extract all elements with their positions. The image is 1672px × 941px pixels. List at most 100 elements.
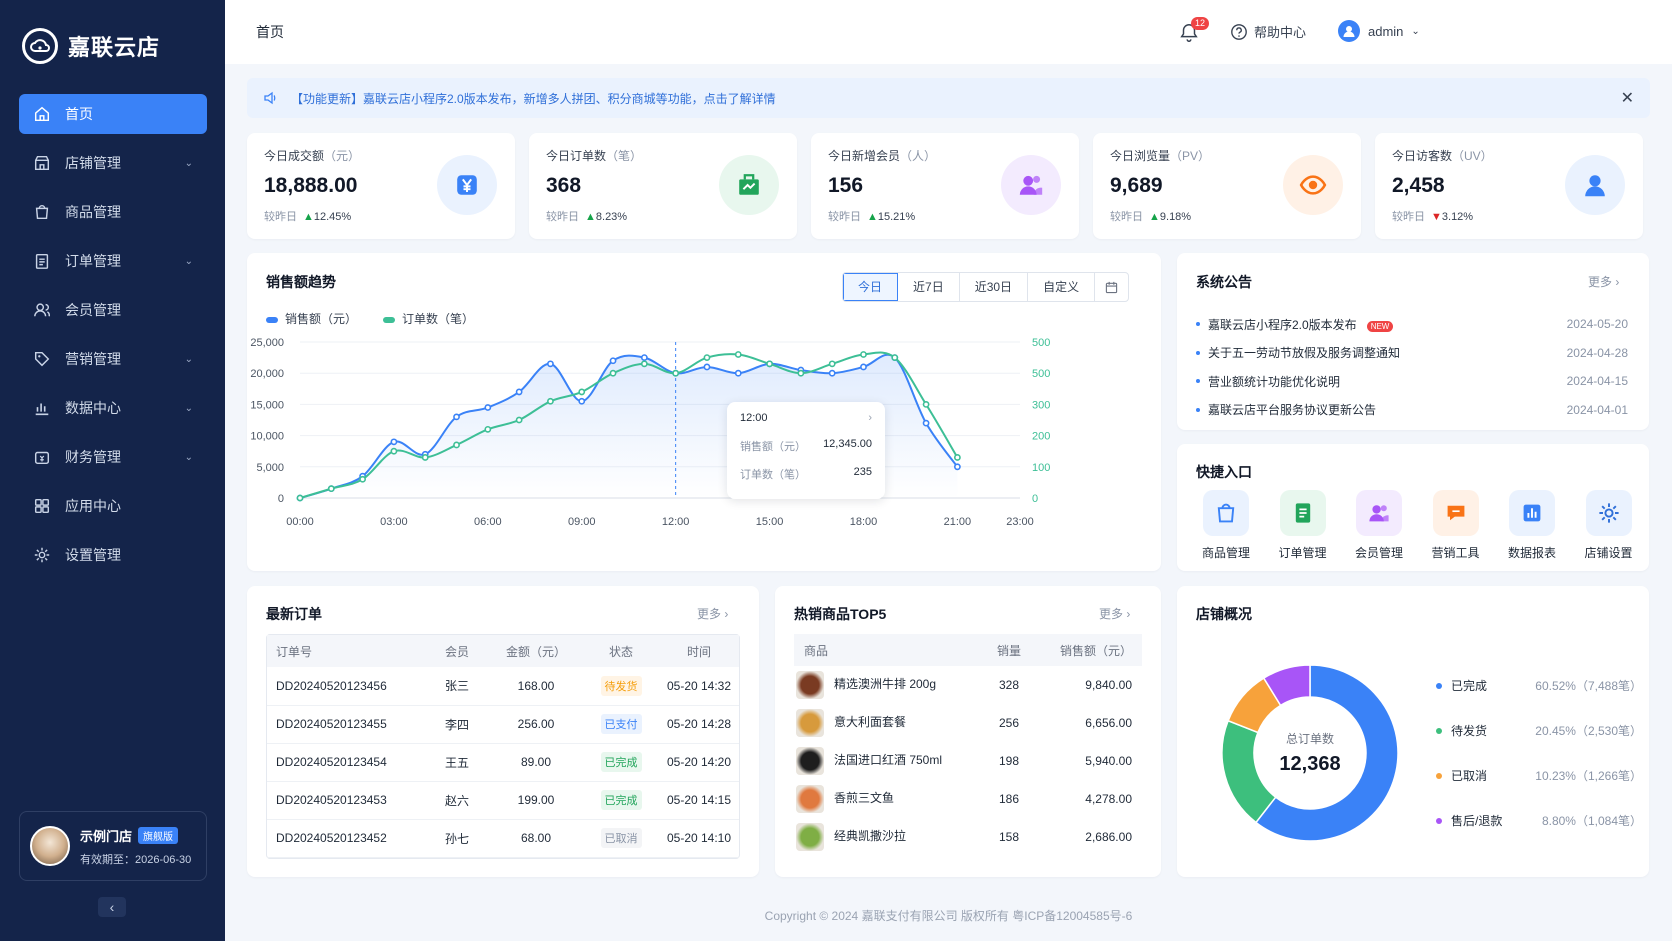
table-row[interactable]: DD20240520123455 李四 256.00 已支付 05-20 14:28	[267, 705, 739, 744]
legend-item-1[interactable]: 订单数（笔）	[383, 310, 474, 327]
sidebar-item-7[interactable]: 财务管理 ⌄	[19, 437, 207, 477]
donut-legend-item[interactable]: 已完成 60.52%（7,488笔）	[1436, 663, 1642, 708]
range-option-0[interactable]: 今日	[843, 273, 899, 301]
status-badge: 待发货	[600, 675, 642, 696]
announcement-item[interactable]: 关于五一劳动节放假及服务调整通知 2024-04-28	[1196, 339, 1628, 368]
store-card[interactable]: 示例门店 旗舰版 有效期至：2026-06-30	[19, 811, 207, 881]
user-avatar-icon	[1338, 20, 1360, 42]
stat-card-4[interactable]: 今日访客数（UV） 2,458 较昨日 ▼3.12%	[1375, 133, 1643, 239]
recent-orders-more-link[interactable]: 更多 ›	[697, 605, 728, 622]
chart-tooltip: 12:00 › 销售额（元） 12,345.00 订单数（笔） 235	[727, 402, 885, 499]
column-header: 会员	[425, 635, 489, 667]
announcements-more-link[interactable]: 更多 ›	[1588, 273, 1619, 290]
donut-legend-item[interactable]: 已取消 10.23%（1,266笔）	[1436, 753, 1642, 798]
table-row[interactable]: 经典凯撒沙拉 158 2,686.00	[794, 818, 1142, 856]
breadcrumb[interactable]: 首页	[256, 22, 284, 42]
quick-entry-0[interactable]: 商品管理	[1196, 490, 1256, 561]
help-center-link[interactable]: 帮助中心	[1230, 22, 1306, 41]
announcement-banner[interactable]: 【功能更新】嘉联云店小程序2.0版本发布，新增多人拼团、积分商城等功能，点击了解…	[247, 78, 1650, 118]
donut-legend: 已完成 60.52%（7,488笔） 待发货 20.45%（2,530笔） 已取消 10.…	[1436, 663, 1642, 843]
store-plan-badge: 旗舰版	[138, 826, 179, 844]
close-icon[interactable]: ✕	[1621, 88, 1634, 108]
document-icon	[1295, 503, 1310, 523]
data-point	[515, 416, 523, 424]
data-point	[672, 369, 680, 377]
range-option-3[interactable]: 自定义	[1028, 273, 1096, 301]
quick-entry-5[interactable]: 店铺设置	[1579, 490, 1639, 561]
order-id: DD20240520123452	[267, 819, 425, 858]
stat-change: 9.18%	[1159, 211, 1192, 223]
sales-trend-chart[interactable]: 25,000 500 20,000 500 15,000 300 10,000 200 5,00…	[250, 330, 1140, 555]
calendar-icon[interactable]	[1095, 273, 1128, 301]
range-option-1[interactable]: 近7日	[898, 273, 960, 301]
announcement-date: 2024-04-28	[1566, 345, 1628, 360]
store-overview-title: 店铺概况	[1196, 606, 1252, 622]
tooltip-time: 12:00	[740, 412, 768, 424]
y-left-tick-label: 15,000	[250, 399, 284, 411]
product-thumbnail	[796, 747, 824, 775]
collapse-sidebar-button[interactable]: ‹	[98, 897, 126, 917]
order-time: 05-20 14:20	[659, 743, 739, 782]
trend-down-icon: ▼	[1431, 211, 1442, 223]
sidebar-item-1[interactable]: 店铺管理 ⌄	[19, 143, 207, 183]
table-row[interactable]: DD20240520123452 孙七 68.00 已取消 05-20 14:10	[267, 819, 739, 858]
donut-legend-item[interactable]: 售后/退款 8.80%（1,084笔）	[1436, 798, 1642, 843]
bar-chart-icon	[35, 403, 49, 416]
stat-card-1[interactable]: 今日订单数（笔） 368 较昨日 ▲8.23%	[529, 133, 797, 239]
sidebar-item-8[interactable]: 应用中心	[19, 486, 207, 526]
order-member: 张三	[425, 667, 489, 706]
stat-card-3[interactable]: 今日浏览量（PV） 9,689 较昨日 ▲9.18%	[1093, 133, 1361, 239]
sidebar-item-2[interactable]: 商品管理	[19, 192, 207, 232]
app-logo[interactable]: 嘉联云店	[22, 28, 160, 64]
sidebar-item-6[interactable]: 数据中心 ⌄	[19, 388, 207, 428]
legend-swatch	[1436, 817, 1442, 824]
table-row[interactable]: DD20240520123454 王五 89.00 已完成 05-20 14:20	[267, 743, 739, 782]
donut-legend-item[interactable]: 待发货 20.45%（2,530笔）	[1436, 708, 1642, 753]
table-row[interactable]: 意大利面套餐 256 6,656.00	[794, 704, 1142, 742]
column-header: 销量	[974, 634, 1044, 666]
top-products-title: 热销商品TOP5	[794, 606, 887, 622]
stat-label: 今日新增会员	[828, 149, 901, 163]
sidebar-menu: 首页店铺管理 ⌄ 商品管理订单管理 ⌄ 会员管理营销管理 ⌄ 数据中心 ⌄ 财务管理 ⌄ 应用中心设…	[19, 94, 207, 584]
bag-icon	[1217, 503, 1235, 523]
sidebar-item-0[interactable]: 首页	[19, 94, 207, 134]
sidebar-item-3[interactable]: 订单管理 ⌄	[19, 241, 207, 281]
x-tick-label: 21:00	[944, 516, 972, 528]
order-time: 05-20 14:32	[659, 667, 739, 706]
sidebar-item-9[interactable]: 设置管理	[19, 535, 207, 575]
user-menu[interactable]: admin ⌄	[1338, 20, 1420, 42]
data-point	[390, 447, 398, 455]
chart-legend: 销售额（元） 订单数（笔）	[266, 310, 474, 327]
data-point	[547, 360, 554, 368]
legend-item-0[interactable]: 销售额（元）	[266, 310, 357, 327]
quick-entry-2[interactable]: 会员管理	[1349, 490, 1409, 561]
x-tick-label: 12:00	[662, 516, 690, 528]
table-row[interactable]: 香煎三文鱼 186 4,278.00	[794, 780, 1142, 818]
top-products-more-link[interactable]: 更多 ›	[1099, 605, 1130, 622]
stat-card-2[interactable]: 今日新增会员（人） 156 较昨日 ▲15.21%	[811, 133, 1079, 239]
announcement-item[interactable]: 嘉联云店平台服务协议更新公告 2024-04-01	[1196, 396, 1628, 425]
announcement-text[interactable]: 【功能更新】嘉联云店小程序2.0版本发布，新增多人拼团、积分商城等功能，点击了解…	[291, 90, 1621, 107]
table-row[interactable]: DD20240520123453 赵六 199.00 已完成 05-20 14:15	[267, 781, 739, 820]
x-tick-label: 09:00	[568, 516, 596, 528]
stat-change: 3.12%	[1441, 211, 1474, 223]
announcement-date: 2024-05-20	[1566, 317, 1628, 332]
gear-icon	[1598, 503, 1619, 523]
order-amount: 68.00	[489, 819, 583, 858]
quick-entry-4[interactable]: 数据报表	[1502, 490, 1562, 561]
column-header: 销售额（元）	[1044, 634, 1142, 666]
quick-entry-1[interactable]: 订单管理	[1273, 490, 1333, 561]
stat-card-0[interactable]: 今日成交额（元） 18,888.00 较昨日 ▲12.45%	[247, 133, 515, 239]
announcement-item[interactable]: 嘉联云店小程序2.0版本发布 NEW 2024-05-20	[1196, 310, 1628, 339]
quick-entry-3[interactable]: 营销工具	[1426, 490, 1486, 561]
announcement-item[interactable]: 营业额统计功能优化说明 2024-04-15	[1196, 367, 1628, 396]
table-row[interactable]: 精选澳洲牛排 200g 328 9,840.00	[794, 666, 1142, 704]
table-row[interactable]: 法国进口红酒 750ml 198 5,940.00	[794, 742, 1142, 780]
range-option-2[interactable]: 近30日	[960, 273, 1029, 301]
stat-icon-badge	[437, 155, 497, 215]
legend-label: 售后/退款	[1451, 814, 1503, 828]
table-row[interactable]: DD20240520123456 张三 168.00 待发货 05-20 14:32	[267, 667, 739, 706]
sidebar-item-4[interactable]: 会员管理	[19, 290, 207, 330]
sidebar-item-5[interactable]: 营销管理 ⌄	[19, 339, 207, 379]
quick-entry-icon-tile	[1279, 490, 1326, 536]
